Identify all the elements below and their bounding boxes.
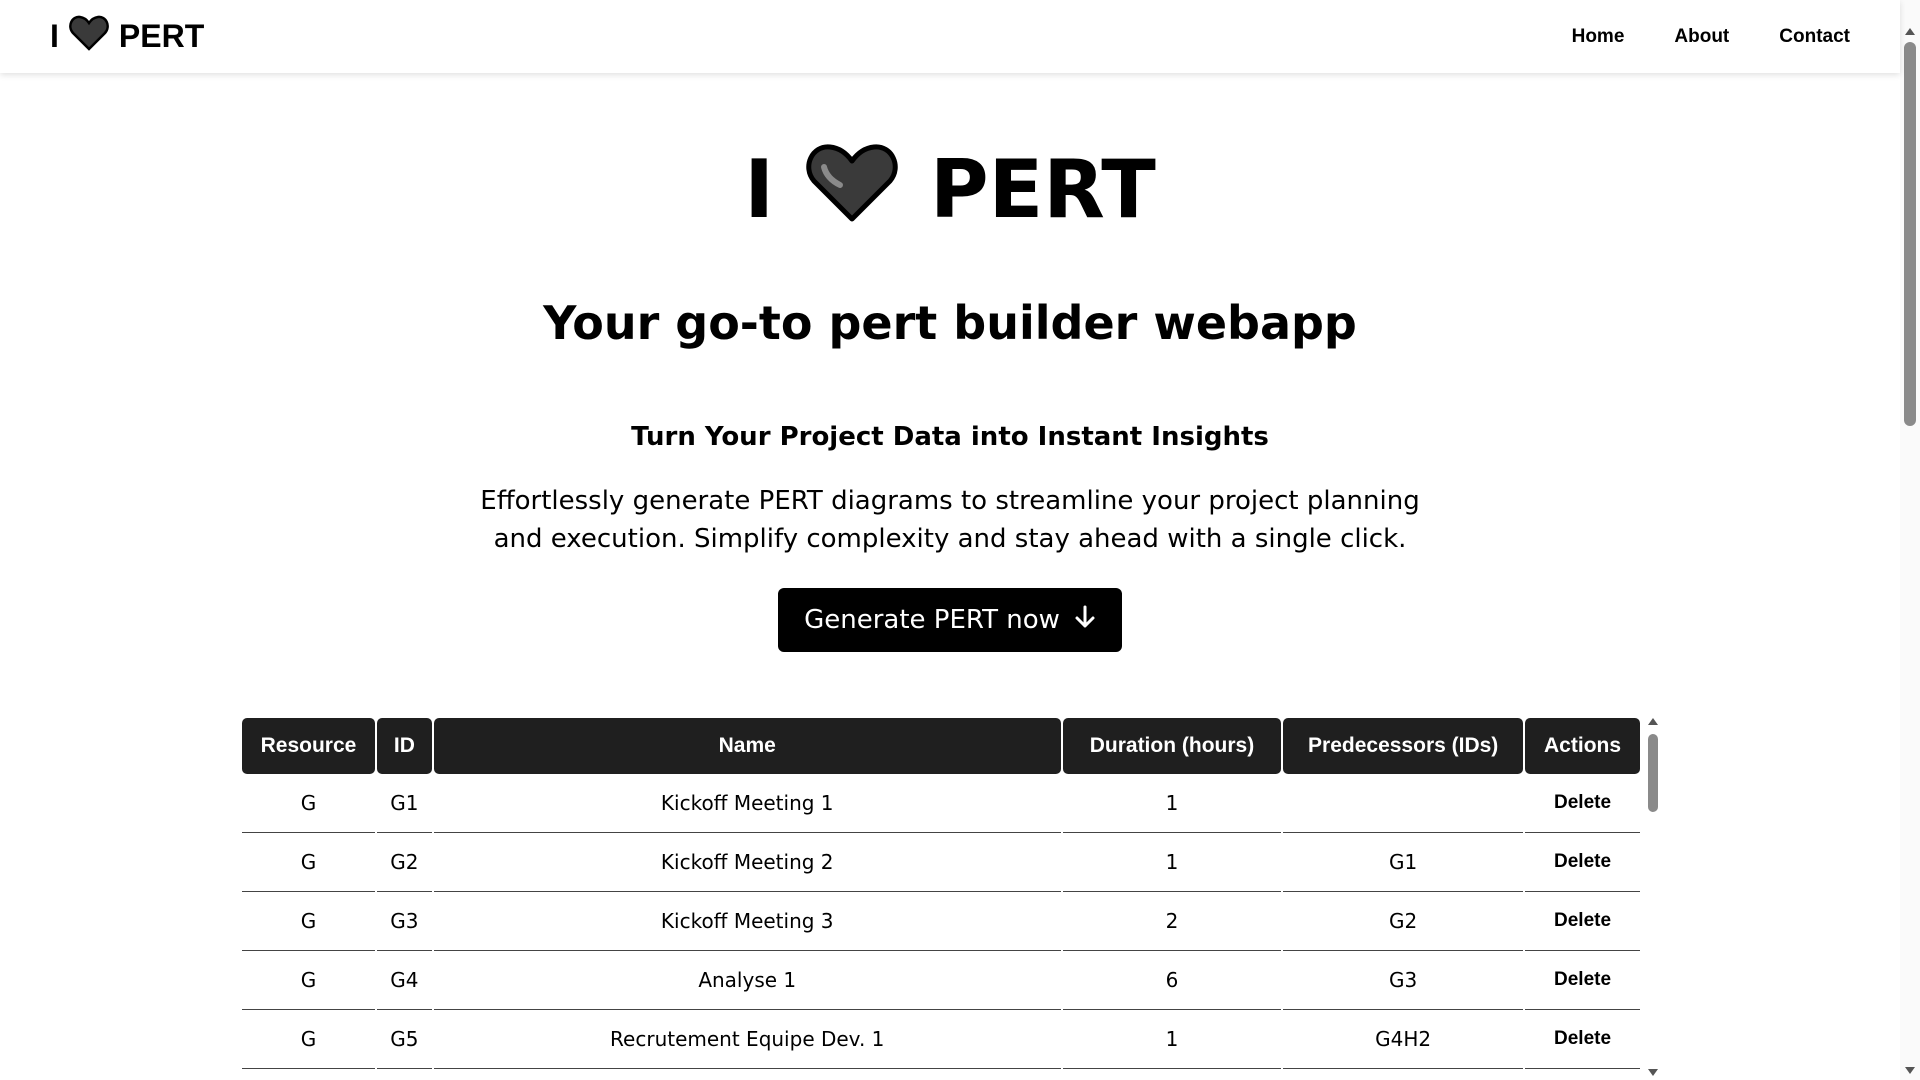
cell-predecessors: G3 xyxy=(1283,951,1524,1010)
brand-suffix: PERT xyxy=(118,18,205,54)
hero-title-prefix: I xyxy=(744,142,774,236)
page-scrollbar[interactable] xyxy=(1900,0,1920,1080)
hero-title-suffix: PERT xyxy=(929,142,1156,236)
tasks-table: Resource ID Name Duration (hours) Predec… xyxy=(240,718,1642,1069)
table-row: G G4 Analyse 1 6 G3 Delete xyxy=(242,951,1640,1010)
delete-button[interactable]: Delete xyxy=(1525,951,1640,1010)
brand-prefix: I xyxy=(50,18,59,54)
cell-predecessors: G2 xyxy=(1283,892,1524,951)
nav-links: Home About Contact xyxy=(1572,26,1850,48)
cell-id: G2 xyxy=(376,833,432,892)
header-actions: Actions xyxy=(1525,718,1640,774)
heart-icon xyxy=(806,143,898,236)
nav-link-contact[interactable]: Contact xyxy=(1779,26,1850,48)
nav-link-home[interactable]: Home xyxy=(1572,26,1625,48)
cell-name: Analyse 1 xyxy=(433,951,1061,1010)
cell-name: Kickoff Meeting 1 xyxy=(433,774,1061,833)
cell-id: G5 xyxy=(376,1010,432,1069)
generate-pert-button[interactable]: Generate PERT now xyxy=(778,588,1122,652)
scroll-up-arrow-icon[interactable] xyxy=(1905,28,1915,35)
delete-button[interactable]: Delete xyxy=(1525,892,1640,951)
tasks-table-container[interactable]: Resource ID Name Duration (hours) Predec… xyxy=(240,718,1660,1080)
heart-icon xyxy=(69,15,109,59)
cell-duration: 1 xyxy=(1062,1010,1282,1069)
hero-tagline: Your go-to pert builder webapp xyxy=(543,296,1357,350)
scrollbar-thumb[interactable] xyxy=(1904,42,1916,426)
cell-duration: 6 xyxy=(1062,951,1282,1010)
arrow-down-icon xyxy=(1074,605,1096,636)
cell-id: G3 xyxy=(376,892,432,951)
cell-name: Recrutement Equipe Dev. 1 xyxy=(433,1010,1061,1069)
header-name: Name xyxy=(433,718,1061,774)
generate-pert-label: Generate PERT now xyxy=(804,605,1060,635)
header-predecessors: Predecessors (IDs) xyxy=(1283,718,1524,774)
hero-title: I PERT xyxy=(0,143,1900,236)
table-header-row: Resource ID Name Duration (hours) Predec… xyxy=(242,718,1640,774)
hero-section: I PERT Your go-to pert builder webapp Tu… xyxy=(0,73,1900,652)
cell-id: G1 xyxy=(376,774,432,833)
table-scroll-down-arrow-icon[interactable] xyxy=(1648,1069,1658,1076)
nav-link-about[interactable]: About xyxy=(1674,26,1729,48)
cell-duration: 2 xyxy=(1062,892,1282,951)
cell-resource: G xyxy=(242,951,375,1010)
cell-id: G4 xyxy=(376,951,432,1010)
hero-subheading: Turn Your Project Data into Instant Insi… xyxy=(631,422,1269,452)
table-scroll-up-arrow-icon[interactable] xyxy=(1648,718,1658,725)
brand-logo[interactable]: I PERT xyxy=(50,15,204,59)
cell-resource: G xyxy=(242,892,375,951)
cell-name: Kickoff Meeting 3 xyxy=(433,892,1061,951)
cell-duration: 1 xyxy=(1062,833,1282,892)
header-resource: Resource xyxy=(242,718,375,774)
cell-name: Kickoff Meeting 2 xyxy=(433,833,1061,892)
cell-predecessors: G4H2 xyxy=(1283,1010,1524,1069)
scroll-down-arrow-icon[interactable] xyxy=(1905,1067,1915,1074)
cell-resource: G xyxy=(242,774,375,833)
cell-predecessors: G1 xyxy=(1283,833,1524,892)
delete-button[interactable]: Delete xyxy=(1525,774,1640,833)
table-scrollbar-thumb[interactable] xyxy=(1648,734,1658,812)
table-row: G G5 Recrutement Equipe Dev. 1 1 G4H2 De… xyxy=(242,1010,1640,1069)
header-id: ID xyxy=(376,718,432,774)
cell-predecessors xyxy=(1283,774,1524,833)
table-scrollbar[interactable] xyxy=(1646,716,1660,1080)
cell-resource: G xyxy=(242,1010,375,1069)
table-row: G G3 Kickoff Meeting 3 2 G2 Delete xyxy=(242,892,1640,951)
table-row: G G1 Kickoff Meeting 1 1 Delete xyxy=(242,774,1640,833)
delete-button[interactable]: Delete xyxy=(1525,1010,1640,1069)
top-navbar: I PERT Home About Contact xyxy=(0,0,1900,73)
header-duration: Duration (hours) xyxy=(1062,718,1282,774)
cell-resource: G xyxy=(242,833,375,892)
delete-button[interactable]: Delete xyxy=(1525,833,1640,892)
hero-description: Effortlessly generate PERT diagrams to s… xyxy=(480,486,1420,554)
table-row: G G2 Kickoff Meeting 2 1 G1 Delete xyxy=(242,833,1640,892)
cell-duration: 1 xyxy=(1062,774,1282,833)
